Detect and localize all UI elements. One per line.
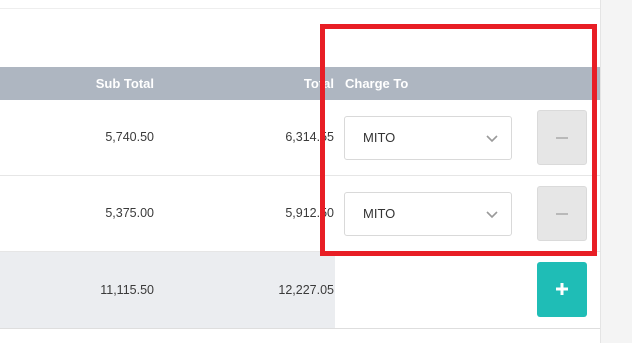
chevron-down-icon — [486, 135, 498, 143]
charge-to-select[interactable]: MITO — [344, 116, 512, 160]
divider — [0, 8, 600, 9]
table-row: 5,375.00 5,912.50 MITO — [0, 176, 600, 252]
header-total: Total — [303, 76, 334, 91]
footer-total: 12,227.05 — [278, 283, 334, 297]
table-header: Sub Total Total Charge To — [0, 67, 600, 100]
minus-icon — [556, 137, 568, 139]
charges-screen: Sub Total Total Charge To 5,740.50 6,314… — [0, 0, 632, 343]
charge-to-value: MITO — [363, 130, 396, 145]
table-row: 5,740.50 6,314.55 MITO — [0, 100, 600, 176]
cell-total: 5,912.50 — [285, 206, 334, 220]
cell-sub-total: 5,740.50 — [105, 130, 154, 144]
header-sub-total: Sub Total — [95, 76, 154, 91]
charges-table: Sub Total Total Charge To 5,740.50 6,314… — [0, 67, 600, 329]
remove-row-button[interactable] — [537, 110, 587, 165]
remove-row-button[interactable] — [537, 186, 587, 241]
table-footer-row: 11,115.50 12,227.05 — [0, 252, 600, 329]
footer-sub-total: 11,115.50 — [100, 283, 154, 297]
minus-icon — [556, 213, 568, 215]
charge-to-value: MITO — [363, 206, 396, 221]
header-charge-to: Charge To — [345, 76, 409, 91]
side-panel — [600, 0, 632, 343]
cell-sub-total: 5,375.00 — [105, 206, 154, 220]
charge-to-select[interactable]: MITO — [344, 192, 512, 236]
add-row-button[interactable] — [537, 262, 587, 317]
cell-total: 6,314.55 — [285, 130, 334, 144]
chevron-down-icon — [486, 211, 498, 219]
plus-icon — [556, 283, 568, 295]
